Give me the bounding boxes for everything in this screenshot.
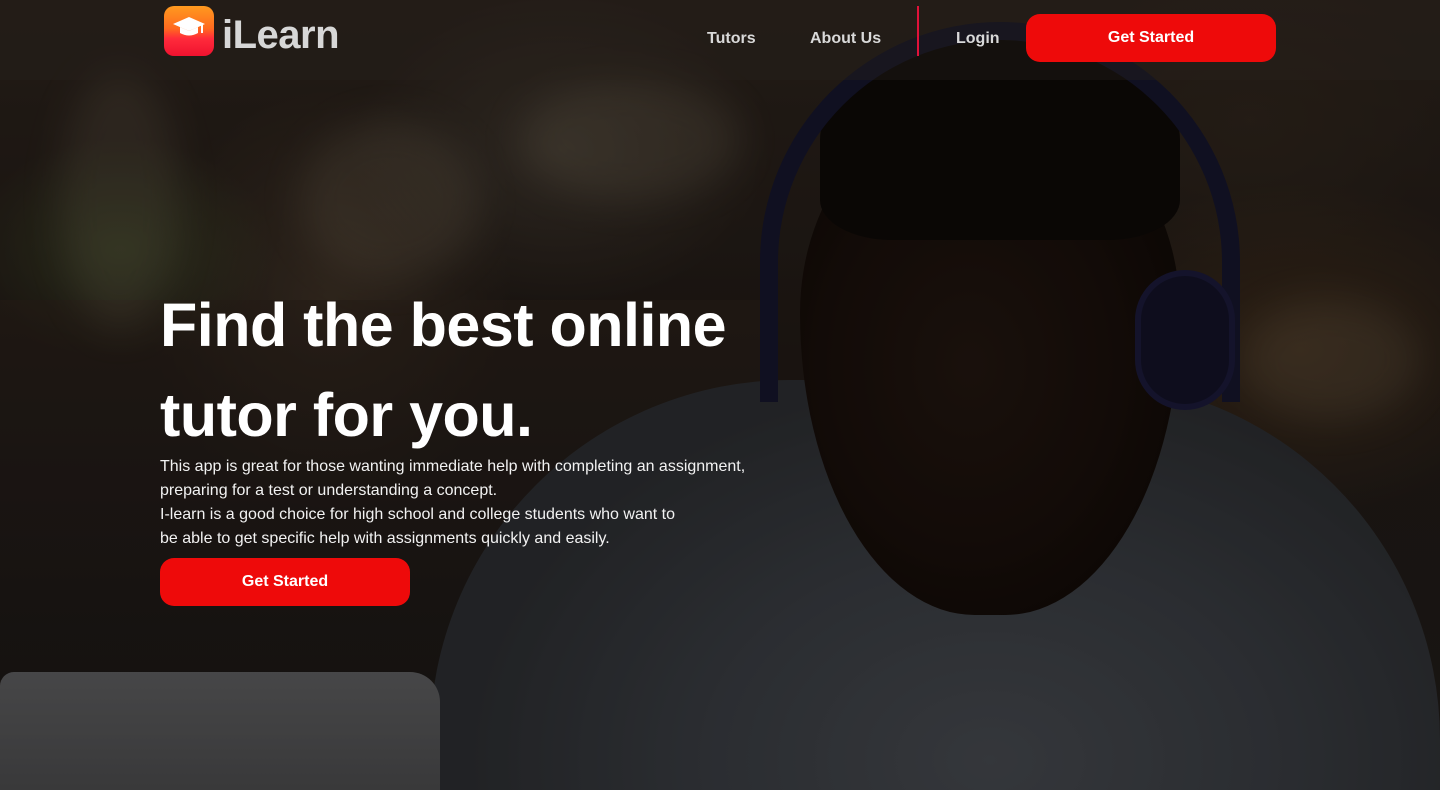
hero-description-line: preparing for a test or understanding a …	[160, 482, 498, 499]
nav-link-about-us[interactable]: About Us	[810, 30, 881, 48]
hero-title-line: tutor for you.	[160, 381, 533, 449]
brand-name: iLearn	[222, 13, 340, 57]
login-link[interactable]: Login	[956, 30, 1000, 48]
hero-title: Find the best online tutor for you.	[160, 280, 860, 460]
nav-divider	[917, 6, 919, 56]
hero-title-line: Find the best online	[160, 291, 727, 359]
hero-description-line: This app is great for those wanting imme…	[160, 458, 746, 475]
hero-description-line: be able to get specific help with assign…	[160, 530, 610, 547]
graduation-cap-icon	[164, 5, 214, 56]
hero-description-line: I-learn is a good choice for high school…	[160, 506, 675, 523]
nav-get-started-button[interactable]: Get Started	[1026, 14, 1276, 62]
top-navbar: iLearn Tutors About Us Login Get Started	[0, 0, 1440, 80]
brand-logo[interactable]: iLearn	[164, 3, 340, 58]
hero-get-started-button[interactable]: Get Started	[160, 558, 410, 606]
nav-link-tutors[interactable]: Tutors	[707, 30, 756, 48]
hero-description: This app is great for those wanting imme…	[160, 455, 820, 551]
